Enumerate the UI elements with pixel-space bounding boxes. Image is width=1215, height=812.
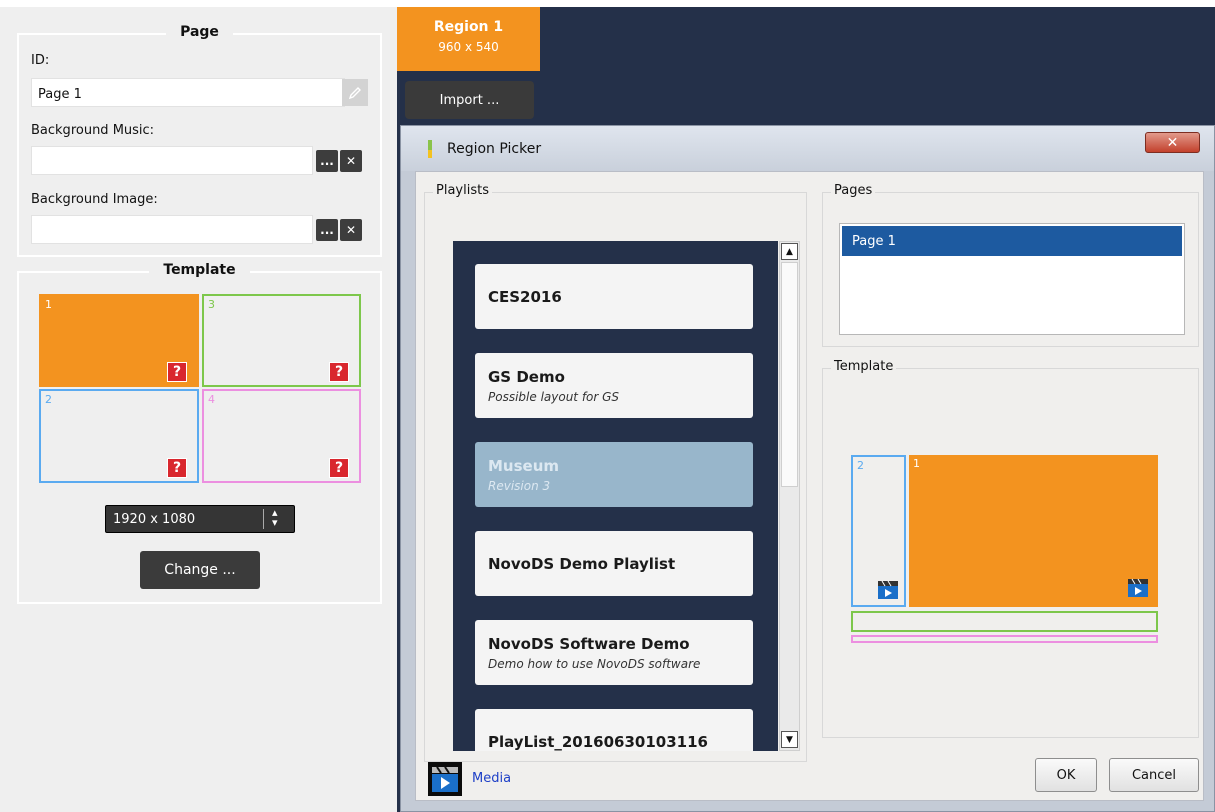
region-picker-dialog: Region Picker ✕ Playlists CES2016 GS Dem… (400, 125, 1215, 812)
playlist-name: GS Demo (488, 367, 565, 386)
tile-number: 1 (913, 457, 920, 470)
edit-id-button[interactable] (342, 79, 368, 106)
pages-list[interactable]: Page 1 (839, 223, 1185, 335)
background-image-field[interactable] (31, 215, 313, 244)
media-label: Media (472, 771, 512, 786)
pages-label: Pages (831, 183, 876, 198)
dialog-titlebar[interactable]: Region Picker ✕ (401, 126, 1214, 171)
template-tile-2[interactable]: 2 ? (39, 389, 199, 483)
clear-image-button[interactable]: ✕ (340, 219, 362, 241)
pages-group: Pages Page 1 (822, 183, 1199, 347)
tile-number: 1 (45, 298, 52, 311)
media-clapper-icon (1128, 578, 1148, 597)
cancel-button[interactable]: Cancel (1109, 758, 1199, 792)
import-button[interactable]: Import ... (405, 81, 534, 119)
tile-number: 2 (45, 393, 52, 406)
region-size: 960 x 540 (438, 40, 499, 54)
media-link[interactable]: Media (428, 762, 548, 798)
ok-button[interactable]: OK (1035, 758, 1097, 792)
close-icon: ✕ (345, 223, 357, 237)
scrollbar-thumb[interactable] (781, 262, 798, 487)
background-image-label: Background Image: (31, 192, 158, 207)
tile-number: 2 (857, 459, 864, 472)
dialog-template-group: Template 2 1 (822, 359, 1199, 738)
resolution-select[interactable]: 1920 x 1080 ▴ ▾ (105, 505, 295, 533)
playlist-name: Museum (488, 456, 560, 475)
ellipsis-icon: ... (320, 223, 334, 237)
template-label: Template (831, 359, 897, 374)
app-icon (428, 140, 432, 158)
close-icon: ✕ (1166, 134, 1179, 151)
background-music-label: Background Music: (31, 123, 155, 138)
playlist-item[interactable]: NovoDS Software Demo Demo how to use Nov… (475, 620, 753, 685)
browse-music-button[interactable]: ... (316, 150, 338, 172)
template-tile-1[interactable]: 1 ? (39, 294, 199, 387)
playlist-name: NovoDS Software Demo (488, 634, 690, 653)
scroll-up-icon[interactable]: ▲ (781, 243, 798, 260)
playlist-item[interactable]: PlayList_20160630103116 (475, 709, 753, 751)
playlist-description: Demo how to use NovoDS software (488, 656, 701, 671)
help-icon: ? (329, 362, 349, 382)
close-icon: ✕ (345, 154, 357, 168)
ellipsis-icon: ... (320, 154, 334, 168)
id-label: ID: (31, 53, 50, 68)
help-icon: ? (167, 362, 187, 382)
playlist-scrollbar[interactable]: ▲ ▼ (779, 241, 800, 751)
template-tile-4[interactable]: 4 ? (202, 389, 361, 483)
pencil-icon (348, 86, 361, 99)
dialog-title: Region Picker (447, 141, 542, 157)
playlist-name: CES2016 (488, 287, 562, 306)
resolution-value: 1920 x 1080 (113, 512, 196, 527)
playlist-name: PlayList_20160630103116 (488, 732, 708, 751)
playlist-item[interactable]: CES2016 (475, 264, 753, 329)
background-music-field[interactable] (31, 146, 313, 175)
browse-image-button[interactable]: ... (316, 219, 338, 241)
playlist-item[interactable]: GS Demo Possible layout for GS (475, 353, 753, 418)
scroll-down-icon[interactable]: ▼ (781, 731, 798, 748)
template-group-title: Template (149, 262, 250, 278)
tile-number: 4 (208, 393, 215, 406)
page-group: Page ID: Page 1 Background Music: ... ✕ … (17, 24, 382, 257)
region-tab[interactable]: Region 1 960 x 540 (397, 7, 540, 71)
tile-number: 3 (208, 298, 215, 311)
media-clapper-icon (878, 580, 898, 599)
playlist-item[interactable]: NovoDS Demo Playlist (475, 531, 753, 596)
page-group-title: Page (166, 24, 233, 40)
region-name: Region 1 (433, 19, 504, 35)
media-icon (428, 762, 462, 796)
clear-music-button[interactable]: ✕ (340, 150, 362, 172)
template-tile-3[interactable]: 3 ? (202, 294, 361, 387)
playlist-description: Possible layout for GS (488, 389, 620, 404)
left-panel: Page ID: Page 1 Background Music: ... ✕ … (0, 0, 397, 812)
playlists-label: Playlists (433, 183, 492, 198)
id-field[interactable]: Page 1 (31, 78, 345, 107)
help-icon: ? (329, 458, 349, 478)
dialog-template-tile-2[interactable]: 2 (851, 455, 906, 607)
dialog-template-tile-3[interactable] (851, 611, 1158, 632)
playlist-list[interactable]: CES2016 GS Demo Possible layout for GS M… (453, 241, 778, 751)
help-icon: ? (167, 458, 187, 478)
page-list-item[interactable]: Page 1 (842, 226, 1182, 256)
change-template-button[interactable]: Change ... (140, 551, 260, 589)
template-group: Template 1 ? 3 ? 2 ? 4 ? 1920 x 1080 ▴ ▾ … (17, 262, 382, 604)
playlists-group: Playlists CES2016 GS Demo Possible layou… (424, 183, 807, 762)
dialog-template-tile-4[interactable] (851, 635, 1158, 643)
dialog-body: Playlists CES2016 GS Demo Possible layou… (415, 171, 1204, 801)
playlist-name: NovoDS Demo Playlist (488, 554, 676, 573)
playlist-description: Revision 3 (488, 478, 551, 493)
playlist-item-selected[interactable]: Museum Revision 3 (475, 442, 753, 507)
spinner-icon: ▴ ▾ (272, 506, 278, 529)
dialog-close-button[interactable]: ✕ (1145, 132, 1200, 153)
dialog-template-tile-1[interactable]: 1 (909, 455, 1158, 607)
